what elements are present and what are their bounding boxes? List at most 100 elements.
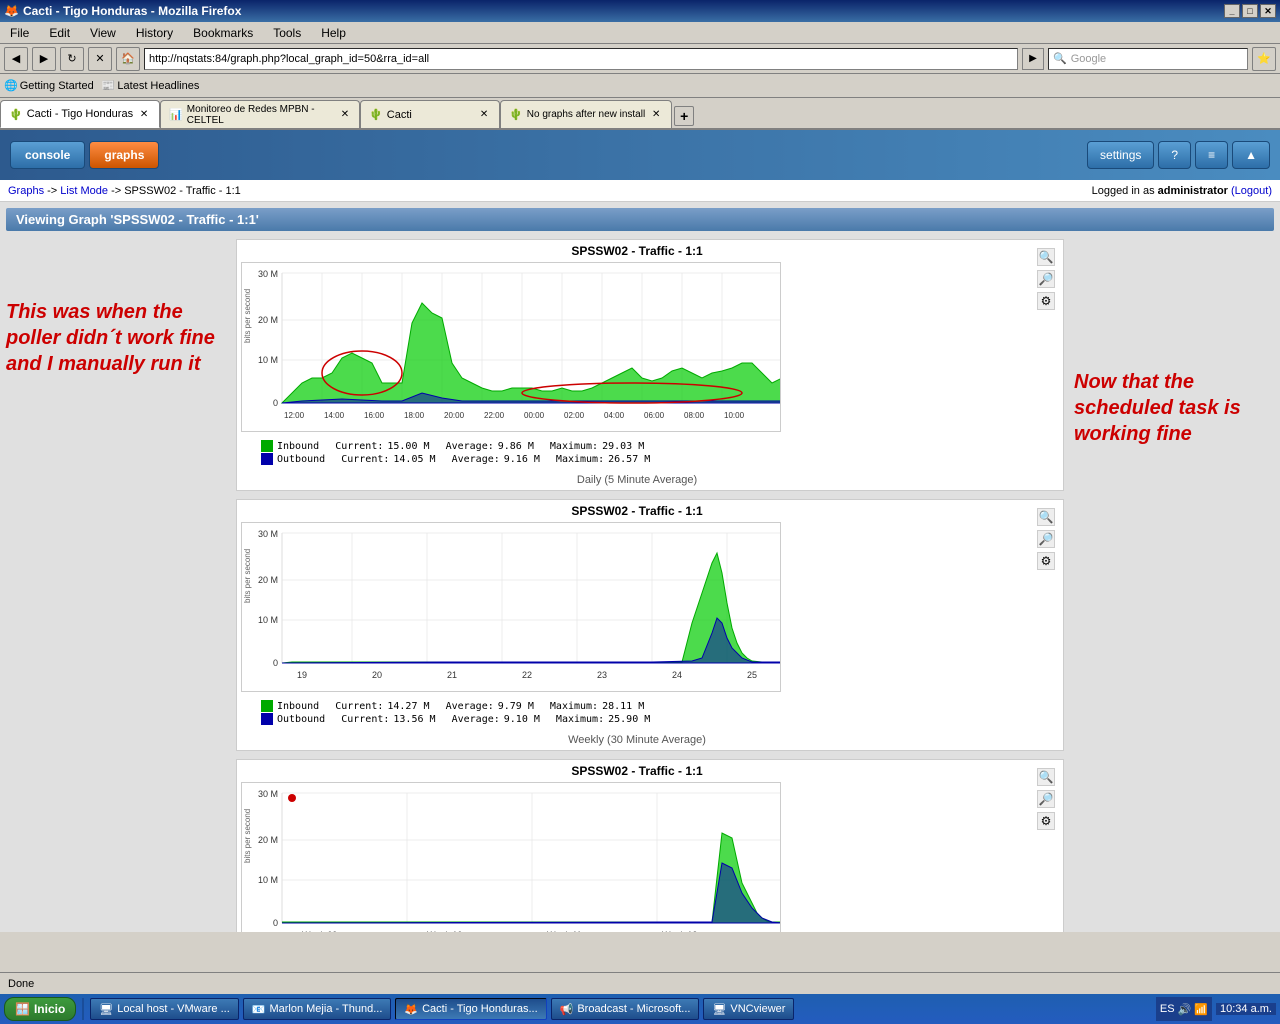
outbound-max-2: 25.90 M [608, 714, 650, 725]
go-button[interactable]: ▶ [1022, 48, 1044, 70]
viewing-header: Viewing Graph 'SPSSW02 - Traffic - 1:1' [6, 208, 1274, 231]
zoom-out-button-2[interactable]: 🔎 [1037, 530, 1055, 548]
taskbar-item-0[interactable]: 🖥 Local host - VMware ... [90, 998, 238, 1020]
tab-no-graphs[interactable]: 🌵 No graphs after new install ✕ [500, 100, 672, 128]
taskbar-right: ES 🔊 📶 10:34 a.m. [1156, 997, 1276, 1021]
breadcrumb-graphs[interactable]: Graphs [8, 185, 44, 197]
address-bar[interactable]: http://nqstats:84/graph.php?local_graph_… [144, 48, 1018, 70]
tab-cacti-tigo[interactable]: 🌵 Cacti - Tigo Honduras ✕ [0, 100, 160, 128]
svg-text:Week 10: Week 10 [427, 930, 462, 932]
left-annotation: This was when the poller didn´t work fin… [6, 239, 226, 932]
graph-block-monthly: SPSSW02 - Traffic - 1:1 [236, 759, 1064, 932]
svg-text:bits per second: bits per second [243, 809, 252, 863]
svg-text:21: 21 [447, 670, 457, 680]
status-text: Done [8, 978, 34, 990]
search-bar[interactable]: 🔍 Google [1048, 48, 1248, 70]
breadcrumb: Graphs -> List Mode -> SPSSW02 - Traffic… [0, 180, 1280, 202]
console-button[interactable]: console [10, 141, 85, 169]
tab-close-2[interactable]: ✕ [477, 108, 491, 122]
outbound-color-2 [261, 713, 273, 725]
svg-text:bits per second: bits per second [243, 289, 252, 343]
forward-button[interactable]: ▶ [32, 47, 56, 71]
tab-label-2: Cacti [387, 109, 412, 121]
minimize-button[interactable]: _ [1224, 4, 1240, 18]
tab-close-1[interactable]: ✕ [339, 108, 351, 122]
maximize-button[interactable]: □ [1242, 4, 1258, 18]
menu-view[interactable]: View [84, 24, 122, 42]
graphs-button[interactable]: graphs [89, 141, 159, 169]
refresh-button[interactable]: ↻ [60, 47, 84, 71]
tab-cacti[interactable]: 🌵 Cacti ✕ [360, 100, 500, 128]
menu-history[interactable]: History [130, 24, 179, 42]
menu-edit[interactable]: Edit [43, 24, 76, 42]
svg-text:08:00: 08:00 [684, 411, 705, 420]
svg-text:Week 11: Week 11 [547, 930, 582, 932]
stop-button[interactable]: ✕ [88, 47, 112, 71]
zoom-in-button-2[interactable]: 🔍 [1037, 508, 1055, 526]
tab-icon-1: 📊 [169, 108, 183, 121]
tab-close-3[interactable]: ✕ [649, 108, 663, 122]
bookmark-getting-started[interactable]: 🌐 Getting Started [4, 79, 94, 92]
svg-text:10 M: 10 M [258, 615, 278, 625]
settings-icon-3[interactable]: ⚙ [1037, 812, 1055, 830]
taskbar-item-3[interactable]: 📢 Broadcast - Microsoft... [551, 998, 700, 1020]
window-controls: _ □ ✕ [1224, 4, 1276, 18]
close-button[interactable]: ✕ [1260, 4, 1276, 18]
taskbar-item-2[interactable]: 🦊 Cacti - Tigo Honduras... [395, 998, 546, 1020]
clock: 10:34 a.m. [1216, 1003, 1276, 1015]
bookmark-star[interactable]: ⭐ [1252, 47, 1276, 71]
svg-text:0: 0 [273, 658, 278, 668]
back-button[interactable]: ◀ [4, 47, 28, 71]
search-placeholder: Google [1071, 53, 1106, 65]
breadcrumb-sep-1: -> [47, 185, 60, 197]
start-label: Inicio [34, 1002, 65, 1016]
title-bar: 🦊 Cacti - Tigo Honduras - Mozilla Firefo… [0, 0, 1280, 22]
svg-text:10:00: 10:00 [724, 411, 745, 420]
menu-help[interactable]: Help [315, 24, 352, 42]
taskbar-item-1[interactable]: 📧 Marlon Mejia - Thund... [243, 998, 392, 1020]
zoom-in-button-3[interactable]: 🔍 [1037, 768, 1055, 786]
settings-icon-1[interactable]: ⚙ [1037, 292, 1055, 310]
zoom-out-button-3[interactable]: 🔎 [1037, 790, 1055, 808]
inbound-max-2: 28.11 M [602, 701, 644, 712]
graph-svg-2: 0 10 M 20 M 30 M 19 20 21 22 23 24 25 [241, 522, 781, 692]
outbound-label-2: Outbound [277, 714, 325, 725]
menu-tools[interactable]: Tools [267, 24, 307, 42]
outbound-avg-label-2: Average: [440, 714, 500, 725]
graph-viewer: Viewing Graph 'SPSSW02 - Traffic - 1:1' … [0, 202, 1280, 932]
bookmark-latest-headlines[interactable]: 📰 Latest Headlines [102, 79, 200, 92]
menu-file[interactable]: File [4, 24, 35, 42]
outbound-current-label-2: Current: [329, 714, 389, 725]
svg-text:06:00: 06:00 [644, 411, 665, 420]
zoom-out-button-1[interactable]: 🔎 [1037, 270, 1055, 288]
taskbar-item-4[interactable]: 🖥 VNCviewer [703, 998, 794, 1020]
outbound-current-2: 13.56 M [393, 714, 435, 725]
breadcrumb-sep-2: -> [111, 185, 124, 197]
zoom-in-button-1[interactable]: 🔍 [1037, 248, 1055, 266]
home-button[interactable]: 🏠 [116, 47, 140, 71]
inbound-max-label-2: Maximum: [538, 701, 598, 712]
settings-icon-2[interactable]: ⚙ [1037, 552, 1055, 570]
svg-text:02:00: 02:00 [564, 411, 585, 420]
taskbar-icon-1: 📧 [252, 1003, 266, 1016]
outbound-avg-2: 9.10 M [504, 714, 540, 725]
svg-text:25: 25 [747, 670, 757, 680]
start-button[interactable]: 🪟 Inicio [4, 997, 76, 1021]
outbound-max-label-2: Maximum: [544, 714, 604, 725]
tab-monitoreo[interactable]: 📊 Monitoreo de Redes MPBN - CELTEL ✕ [160, 100, 360, 128]
outbound-label-1: Outbound [277, 454, 325, 465]
graphs-column: SPSSW02 - Traffic - 1:1 [236, 239, 1064, 932]
help-button[interactable]: ? [1158, 141, 1191, 169]
menu-bookmarks[interactable]: Bookmarks [187, 24, 259, 42]
settings-button[interactable]: settings [1087, 141, 1154, 169]
zoom-button[interactable]: ▲ [1232, 141, 1270, 169]
tab-bar: 🌵 Cacti - Tigo Honduras ✕ 📊 Monitoreo de… [0, 98, 1280, 130]
new-tab-button[interactable]: + [674, 106, 694, 126]
breadcrumb-list-mode[interactable]: List Mode [60, 185, 108, 197]
logout-link[interactable]: (Logout) [1231, 185, 1272, 197]
tray-icons: 🔊 📶 [1178, 1003, 1208, 1016]
list-button[interactable]: ≡ [1195, 141, 1228, 169]
inbound-avg-1: 9.86 M [498, 441, 534, 452]
taskbar-icon-2: 🦊 [404, 1003, 418, 1016]
tab-close-0[interactable]: ✕ [137, 107, 151, 121]
